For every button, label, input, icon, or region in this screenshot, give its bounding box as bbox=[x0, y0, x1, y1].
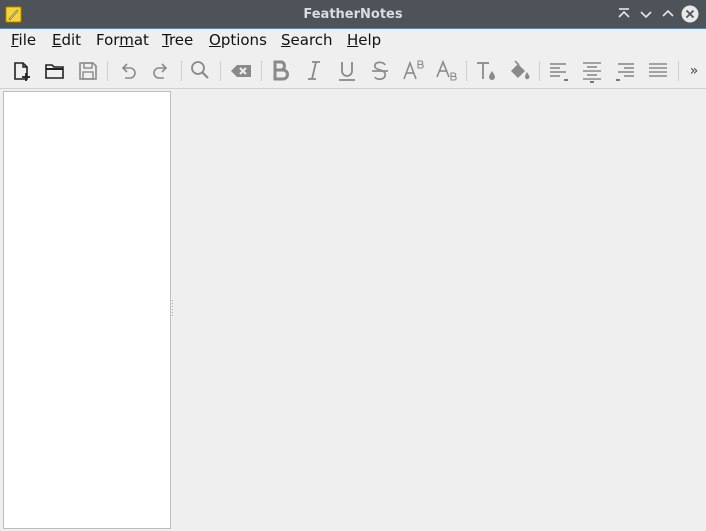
clear-icon bbox=[231, 65, 251, 77]
redo-button[interactable] bbox=[148, 58, 174, 84]
toolbar-separator bbox=[220, 61, 221, 81]
note-editor-area bbox=[174, 91, 706, 531]
toolbar-separator bbox=[466, 61, 467, 81]
open-button[interactable] bbox=[42, 58, 68, 84]
new-note-icon bbox=[14, 62, 30, 81]
toolbar-overflow-button[interactable]: » bbox=[686, 60, 702, 82]
text-color-icon bbox=[477, 62, 495, 80]
subscript-button[interactable] bbox=[433, 58, 459, 84]
toolbar-separator bbox=[678, 61, 679, 81]
subscript-icon bbox=[436, 59, 457, 81]
toolbar-separator bbox=[539, 61, 540, 81]
menu-search[interactable]: Search bbox=[281, 29, 333, 51]
text-color-button[interactable] bbox=[473, 58, 499, 84]
align-center-button[interactable] bbox=[579, 58, 605, 84]
undo-icon bbox=[121, 63, 136, 79]
background-color-button[interactable] bbox=[506, 58, 532, 84]
align-justify-button[interactable] bbox=[645, 58, 671, 84]
save-icon bbox=[79, 62, 97, 80]
superscript-icon bbox=[403, 60, 424, 80]
search-icon bbox=[191, 61, 209, 79]
strikethrough-icon bbox=[372, 61, 388, 80]
menu-help[interactable]: Help bbox=[347, 29, 381, 51]
toolbar-separator bbox=[181, 61, 182, 81]
undo-button[interactable] bbox=[115, 58, 141, 84]
maximize-icon[interactable] bbox=[659, 5, 677, 23]
window-title: FeatherNotes bbox=[303, 7, 403, 22]
keep-above-icon[interactable] bbox=[615, 5, 633, 23]
menu-tree[interactable]: Tree bbox=[162, 29, 193, 51]
redo-icon bbox=[153, 63, 168, 79]
background-color-icon bbox=[511, 60, 530, 80]
toolbar-separator bbox=[107, 61, 108, 81]
minimize-icon[interactable] bbox=[637, 5, 655, 23]
menu-options[interactable]: Options bbox=[209, 29, 267, 51]
align-right-icon bbox=[616, 63, 634, 81]
menu-format[interactable]: Format bbox=[96, 29, 149, 51]
clear-button[interactable] bbox=[228, 58, 254, 84]
italic-button[interactable] bbox=[301, 58, 327, 84]
superscript-button[interactable] bbox=[400, 58, 426, 84]
italic-icon bbox=[308, 61, 320, 80]
menu-bar: File Edit Format Tree Options Search Hel… bbox=[0, 29, 706, 51]
underline-button[interactable] bbox=[334, 58, 360, 84]
close-icon[interactable] bbox=[681, 5, 699, 23]
align-left-icon bbox=[550, 63, 568, 81]
app-window: FeatherNotes File Edit Format Tree Optio… bbox=[0, 0, 706, 531]
menu-file[interactable]: File bbox=[11, 29, 36, 51]
new-note-button[interactable] bbox=[9, 58, 35, 84]
align-right-button[interactable] bbox=[612, 58, 638, 84]
bold-icon bbox=[273, 60, 289, 81]
toolbar: » bbox=[0, 52, 706, 89]
bold-button[interactable] bbox=[268, 58, 294, 84]
menu-edit[interactable]: Edit bbox=[52, 29, 81, 51]
toolbar-separator bbox=[261, 61, 262, 81]
align-left-button[interactable] bbox=[546, 58, 572, 84]
save-button[interactable] bbox=[75, 58, 101, 84]
notes-tree-view[interactable] bbox=[3, 91, 171, 529]
align-justify-icon bbox=[649, 63, 667, 77]
align-center-icon bbox=[583, 62, 601, 83]
underline-icon bbox=[339, 62, 355, 81]
open-folder-icon bbox=[45, 64, 64, 79]
title-bar[interactable]: FeatherNotes bbox=[0, 0, 706, 29]
find-button[interactable] bbox=[187, 58, 213, 84]
strikethrough-button[interactable] bbox=[367, 58, 393, 84]
